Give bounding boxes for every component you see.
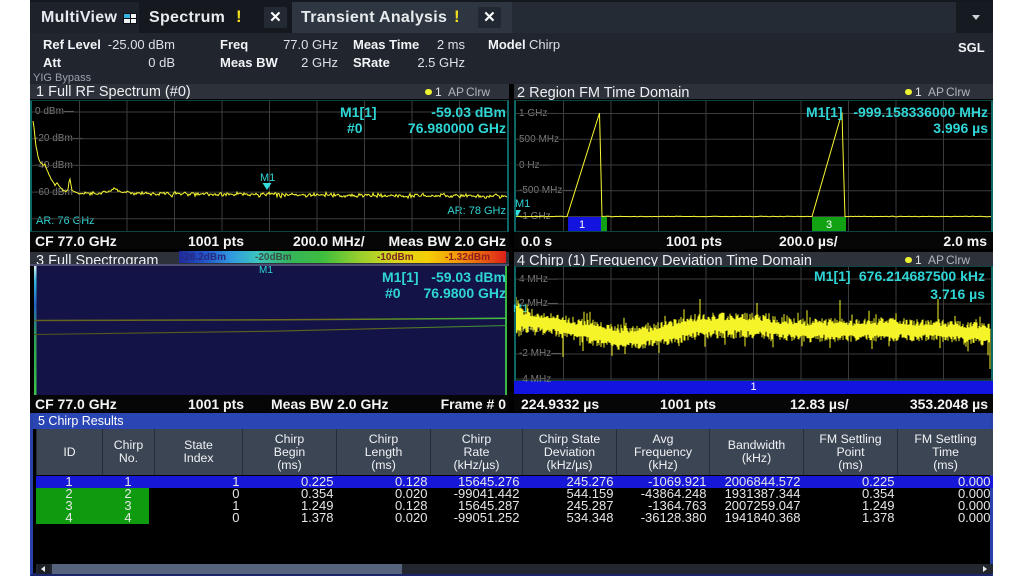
svg-text:3: 3 xyxy=(826,219,832,231)
svg-text:1: 1 xyxy=(579,219,585,231)
